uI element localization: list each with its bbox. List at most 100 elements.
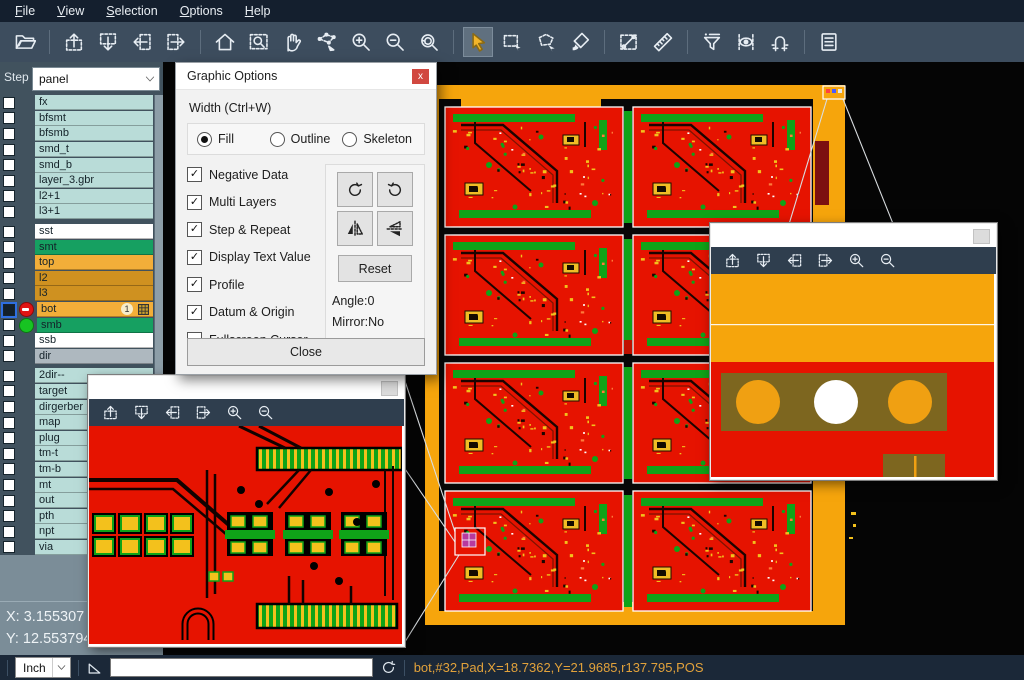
layer-name[interactable]: fx — [35, 95, 153, 110]
step-selector[interactable]: panel — [32, 67, 160, 91]
pan-down-icon[interactable] — [93, 27, 123, 57]
layer-visibility-checkbox[interactable] — [3, 304, 15, 316]
menu-item-file[interactable]: File — [4, 0, 46, 22]
layer-name[interactable]: smb — [37, 318, 153, 333]
layer-visibility-checkbox[interactable] — [3, 159, 15, 171]
layer-row-ssb[interactable]: ssb — [0, 333, 163, 349]
layer-visibility-checkbox[interactable] — [3, 417, 15, 429]
layer-name[interactable]: smd_b — [35, 158, 153, 173]
layer-row-smd_b[interactable]: smd_b — [0, 157, 163, 173]
checkbox-box[interactable]: ✓ — [187, 305, 202, 320]
menu-item-options[interactable]: Options — [169, 0, 234, 22]
layer-row-top[interactable]: top — [0, 255, 163, 271]
zoom-window-title-bar[interactable] — [89, 376, 404, 399]
zoom-window-view[interactable] — [89, 426, 404, 644]
layer-name[interactable]: l3+1 — [35, 204, 153, 219]
pan-right-icon[interactable] — [815, 251, 835, 271]
layer-visibility-checkbox[interactable] — [3, 479, 15, 491]
pan-left-icon[interactable] — [127, 27, 157, 57]
layer-visibility-checkbox[interactable] — [3, 128, 15, 140]
radio-circle[interactable] — [197, 132, 212, 147]
zoom-in-icon[interactable] — [846, 251, 866, 271]
zoom-out-icon[interactable] — [877, 251, 897, 271]
layer-visibility-checkbox[interactable] — [3, 401, 15, 413]
layer-visibility-checkbox[interactable] — [3, 97, 15, 109]
checkbox-datum-origin[interactable]: ✓Datum & Origin — [187, 305, 319, 320]
poly-select-icon[interactable] — [531, 27, 561, 57]
unit-selector[interactable]: Inch — [15, 657, 71, 678]
layer-row-l3[interactable]: l3 — [0, 286, 163, 302]
pan-up-icon[interactable] — [100, 403, 120, 423]
layer-name[interactable]: l3 — [35, 286, 153, 301]
command-input[interactable] — [110, 658, 373, 677]
layer-row-sst[interactable]: sst — [0, 224, 163, 240]
checkbox-display-text-value[interactable]: ✓Display Text Value — [187, 250, 319, 265]
layer-visibility-checkbox[interactable] — [3, 206, 15, 218]
pan-hand-icon[interactable] — [278, 27, 308, 57]
zoom-in-icon[interactable] — [224, 403, 244, 423]
zoom-out-icon[interactable] — [255, 403, 275, 423]
layer-row-bfsmb[interactable]: bfsmb — [0, 126, 163, 142]
layer-visibility-checkbox[interactable] — [3, 495, 15, 507]
pan-down-icon[interactable] — [753, 251, 773, 271]
layer-name[interactable]: dir — [35, 349, 153, 364]
layer-name[interactable]: ssb — [35, 333, 153, 348]
checkbox-box[interactable]: ✓ — [187, 277, 202, 292]
layer-visibility-checkbox[interactable] — [3, 319, 15, 331]
pan-down-icon[interactable] — [131, 403, 151, 423]
layer-name[interactable]: sst — [35, 224, 153, 239]
layer-row-l2+1[interactable]: l2+1 — [0, 189, 163, 205]
layer-visibility-checkbox[interactable] — [3, 288, 15, 300]
layer-name[interactable]: bot1 — [37, 302, 153, 317]
filter-icon[interactable] — [697, 27, 727, 57]
step-repeat-grid-icon[interactable] — [138, 304, 149, 315]
flip-v-button[interactable] — [377, 211, 413, 246]
zoom-window-view[interactable] — [711, 274, 996, 477]
layer-visibility-checkbox[interactable] — [3, 370, 15, 382]
pan-left-icon[interactable] — [784, 251, 804, 271]
layer-name[interactable]: layer_3.gbr — [35, 173, 153, 188]
layer-visibility-checkbox[interactable] — [3, 190, 15, 202]
layer-visibility-checkbox[interactable] — [3, 526, 15, 538]
checkbox-box[interactable]: ✓ — [187, 250, 202, 265]
net-trace-icon[interactable] — [765, 27, 795, 57]
layer-row-l2[interactable]: l2 — [0, 271, 163, 287]
layer-visibility-checkbox[interactable] — [3, 175, 15, 187]
layer-visibility-checkbox[interactable] — [3, 463, 15, 475]
layer-row-smd_t[interactable]: smd_t — [0, 142, 163, 158]
menu-item-help[interactable]: Help — [234, 0, 282, 22]
pointer-select-icon[interactable] — [463, 27, 493, 57]
layer-row-bot[interactable]: bot1 — [0, 302, 163, 318]
layer-name[interactable]: l2 — [35, 271, 153, 286]
reset-button[interactable]: Reset — [338, 255, 412, 282]
brush-icon[interactable] — [565, 27, 595, 57]
layer-visibility-checkbox[interactable] — [3, 510, 15, 522]
checkbox-multi-layers[interactable]: ✓Multi Layers — [187, 195, 319, 210]
close-button[interactable]: Close — [187, 338, 425, 366]
zoom-previous-icon[interactable] — [414, 27, 444, 57]
layer-visibility-checkbox[interactable] — [3, 541, 15, 553]
checkbox-box[interactable]: ✓ — [187, 222, 202, 237]
move-shape-icon[interactable] — [312, 27, 342, 57]
layer-row-bfsmt[interactable]: bfsmt — [0, 111, 163, 127]
layer-visibility-checkbox[interactable] — [3, 272, 15, 284]
layer-visibility-checkbox[interactable] — [3, 448, 15, 460]
radio-fill[interactable]: Fill — [197, 132, 270, 147]
angle-snap-icon[interactable] — [86, 659, 103, 676]
ruler-icon[interactable] — [648, 27, 678, 57]
rotate-cw-button[interactable] — [337, 172, 373, 207]
layer-visibility-checkbox[interactable] — [3, 385, 15, 397]
report-icon[interactable] — [814, 27, 844, 57]
layer-visibility-checkbox[interactable] — [3, 350, 15, 362]
layer-visibility-checkbox[interactable] — [3, 335, 15, 347]
layer-row-layer_3.gbr[interactable]: layer_3.gbr — [0, 173, 163, 189]
zoom-window-button[interactable] — [381, 381, 398, 396]
layer-row-smb[interactable]: smb — [0, 317, 163, 333]
layer-row-dir[interactable]: dir — [0, 349, 163, 365]
measure-line-icon[interactable] — [614, 27, 644, 57]
refresh-icon[interactable] — [380, 659, 397, 676]
radio-outline[interactable]: Outline — [270, 132, 343, 147]
zoom-window-title-bar[interactable] — [711, 224, 996, 247]
layer-name[interactable]: smt — [35, 240, 153, 255]
layer-visibility-checkbox[interactable] — [3, 112, 15, 124]
